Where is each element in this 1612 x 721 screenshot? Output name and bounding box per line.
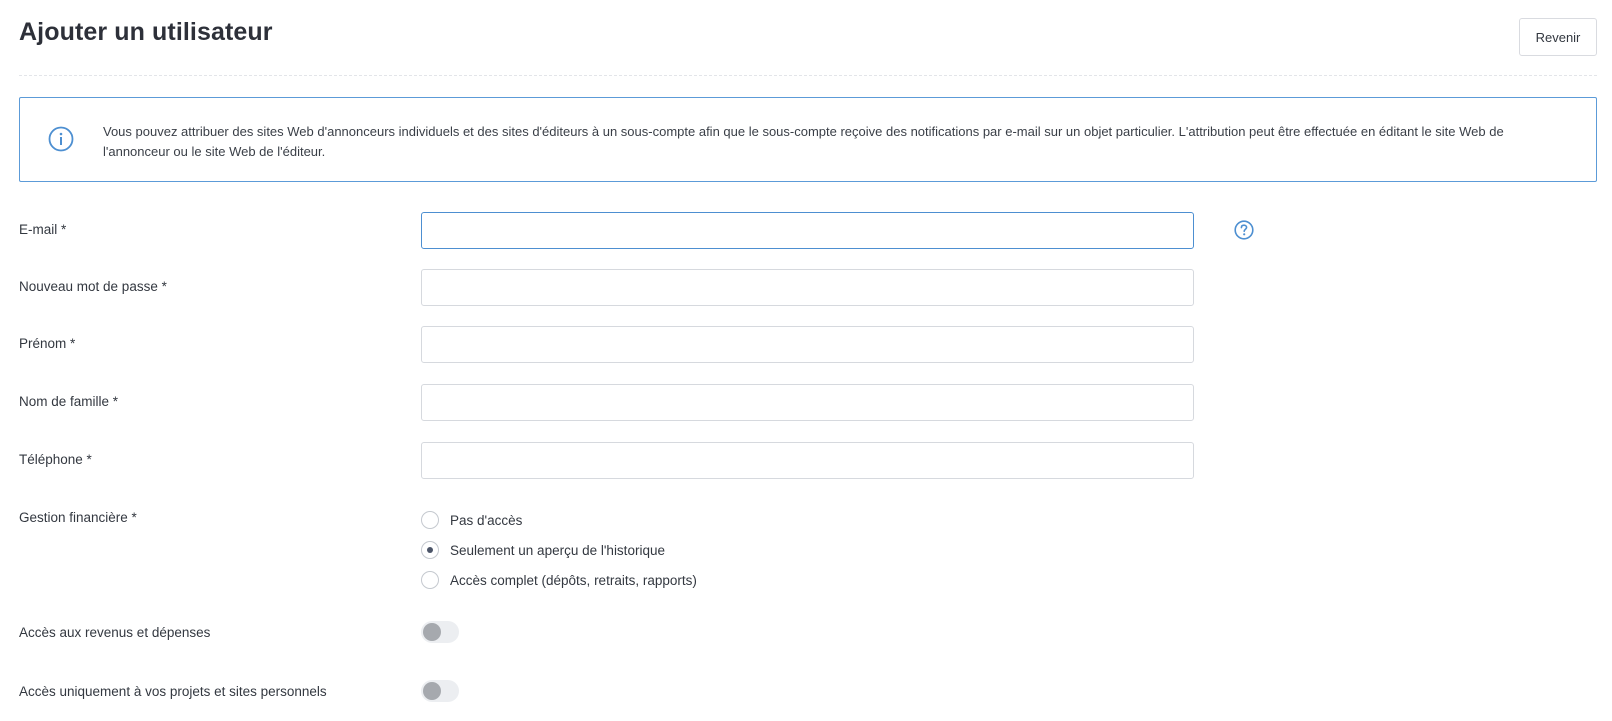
help-icon[interactable] <box>1234 220 1254 240</box>
first-name-label: Prénom * <box>19 336 76 351</box>
email-field[interactable] <box>421 212 1194 249</box>
last-name-label: Nom de famille * <box>19 394 119 409</box>
radio-label: Accès complet (dépôts, retraits, rapport… <box>450 572 697 588</box>
info-box: Vous pouvez attribuer des sites Web d'an… <box>19 97 1597 182</box>
revenue-access-toggle[interactable] <box>421 621 459 643</box>
header-divider <box>19 75 1597 76</box>
radio-no-access[interactable]: Pas d'accès <box>421 511 522 529</box>
info-icon <box>48 126 74 152</box>
radio-circle[interactable] <box>421 541 439 559</box>
radio-full-access[interactable]: Accès complet (dépôts, retraits, rapport… <box>421 571 697 589</box>
back-button[interactable]: Revenir <box>1519 18 1597 56</box>
own-projects-access-label: Accès uniquement à vos projets et sites … <box>19 684 327 699</box>
email-label: E-mail * <box>19 222 67 237</box>
radio-history-only[interactable]: Seulement un aperçu de l'historique <box>421 541 665 559</box>
toggle-knob <box>423 623 441 641</box>
own-projects-access-toggle[interactable] <box>421 680 459 702</box>
page-title: Ajouter un utilisateur <box>19 18 273 46</box>
first-name-field[interactable] <box>421 326 1194 363</box>
last-name-field[interactable] <box>421 384 1194 421</box>
financial-management-label: Gestion financière * <box>19 510 137 525</box>
phone-field[interactable] <box>421 442 1194 479</box>
radio-circle[interactable] <box>421 571 439 589</box>
revenue-access-label: Accès aux revenus et dépenses <box>19 625 211 640</box>
radio-circle[interactable] <box>421 511 439 529</box>
info-text: Vous pouvez attribuer des sites Web d'an… <box>103 124 1504 159</box>
password-field[interactable] <box>421 269 1194 306</box>
radio-label: Seulement un aperçu de l'historique <box>450 542 665 558</box>
password-label: Nouveau mot de passe * <box>19 279 167 294</box>
radio-label: Pas d'accès <box>450 512 523 528</box>
phone-label: Téléphone * <box>19 452 92 467</box>
toggle-knob <box>423 682 441 700</box>
